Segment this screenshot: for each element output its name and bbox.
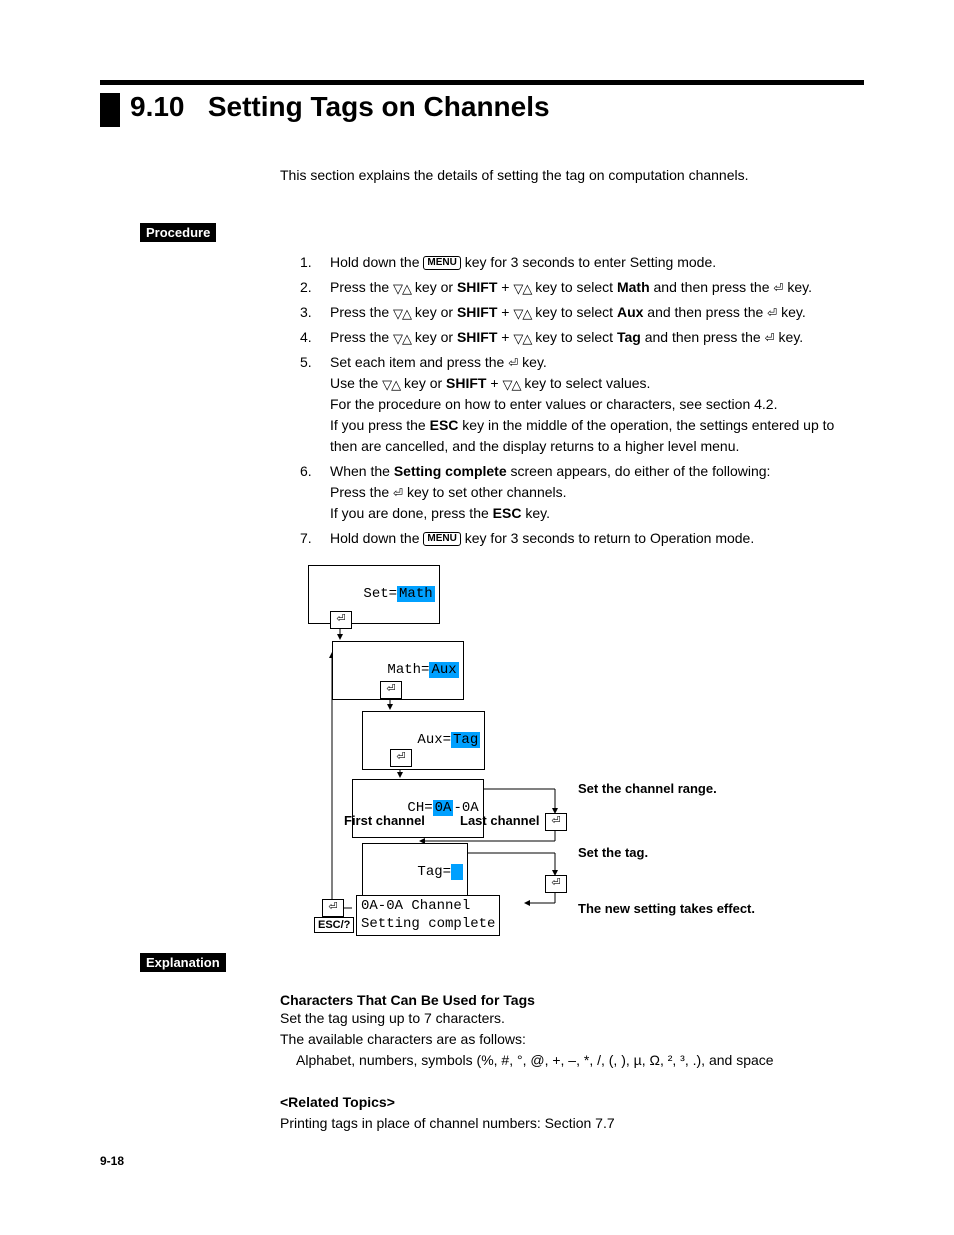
enter-icon: ⏎	[545, 813, 567, 831]
updown-key-icon: ▽△	[393, 279, 411, 299]
enter-key-icon: ⏎	[767, 304, 777, 322]
menu-key-icon: MENU	[423, 256, 460, 270]
label-set-channel-range: Set the channel range.	[578, 781, 717, 796]
flow-diagram: Set=Math ⏎ Math=Aux ⏎ Aux=Tag ⏎ CH=0A-0A…	[300, 563, 864, 933]
box-ch-range: CH=0A-0A	[352, 779, 484, 838]
explanation-label: Explanation	[140, 953, 226, 972]
procedure-label: Procedure	[140, 223, 216, 242]
updown-key-icon: ▽△	[393, 329, 411, 349]
enter-icon: ⏎	[545, 875, 567, 893]
explanation-heading: Characters That Can Be Used for Tags	[280, 992, 864, 1008]
enter-icon: ⏎	[322, 899, 344, 917]
menu-key-icon: MENU	[423, 532, 460, 546]
step-2: 2. Press the ▽△ key or SHIFT + ▽△ key to…	[300, 277, 864, 298]
label-last-channel: Last channel	[460, 813, 539, 828]
title-number: 9.10	[130, 91, 185, 122]
enter-key-icon: ⏎	[393, 484, 403, 502]
box-aux-tag: Aux=Tag	[362, 711, 485, 770]
updown-key-icon: ▽△	[513, 329, 531, 349]
updown-key-icon: ▽△	[513, 279, 531, 299]
enter-icon: ⏎	[380, 681, 402, 699]
page-title: 9.10 Setting Tags on Channels	[100, 89, 864, 127]
label-set-tag: Set the tag.	[578, 845, 648, 860]
updown-key-icon: ▽△	[502, 375, 520, 395]
step-4: 4. Press the ▽△ key or SHIFT + ▽△ key to…	[300, 327, 864, 348]
box-set-math: Set=Math	[308, 565, 440, 624]
step-7: 7. Hold down the MENU key for 3 seconds …	[300, 528, 864, 549]
step-6: 6. When the Setting complete screen appe…	[300, 461, 864, 524]
enter-icon: ⏎	[330, 611, 352, 629]
procedure-steps: 1. Hold down the MENU key for 3 seconds …	[300, 252, 864, 549]
explanation-body: Characters That Can Be Used for Tags Set…	[280, 992, 864, 1134]
page-number: 9-18	[100, 1154, 124, 1168]
related-topics-heading: <Related Topics>	[280, 1092, 864, 1113]
enter-key-icon: ⏎	[508, 354, 518, 372]
step-5: 5. Set each item and press the ⏎ key. Us…	[300, 352, 864, 457]
updown-key-icon: ▽△	[382, 375, 400, 395]
title-text: Setting Tags on Channels	[208, 91, 550, 122]
intro-text: This section explains the details of set…	[280, 167, 864, 183]
step-1: 1. Hold down the MENU key for 3 seconds …	[300, 252, 864, 273]
updown-key-icon: ▽△	[393, 304, 411, 324]
label-new-setting-effect: The new setting takes effect.	[578, 901, 755, 916]
label-first-channel: First channel	[344, 813, 425, 828]
box-setting-complete: 0A-0A Channel Setting complete	[356, 895, 500, 935]
enter-key-icon: ⏎	[773, 279, 783, 297]
box-tag: Tag=	[362, 843, 468, 902]
step-3: 3. Press the ▽△ key or SHIFT + ▽△ key to…	[300, 302, 864, 323]
esc-key-icon: ESC/?	[314, 917, 354, 933]
enter-key-icon: ⏎	[765, 329, 775, 347]
updown-key-icon: ▽△	[513, 304, 531, 324]
enter-icon: ⏎	[390, 749, 412, 767]
